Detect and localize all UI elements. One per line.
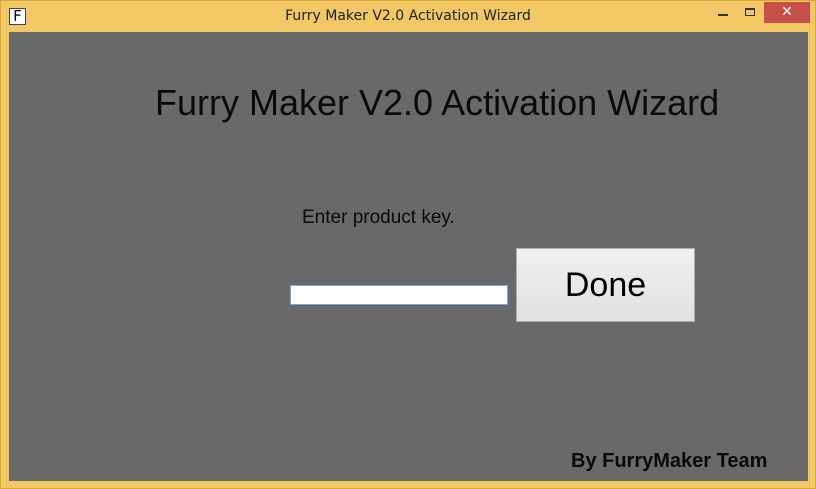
credit-label: By FurryMaker Team bbox=[571, 450, 768, 472]
maximize-icon bbox=[745, 8, 755, 16]
page-title: Furry Maker V2.0 Activation Wizard bbox=[155, 82, 720, 123]
done-button[interactable]: Done bbox=[516, 248, 695, 322]
minimize-icon bbox=[718, 14, 728, 16]
minimize-button[interactable] bbox=[709, 2, 737, 23]
app-window: F Furry Maker V2.0 Activation Wizard ✕ F… bbox=[0, 0, 816, 489]
product-key-input[interactable] bbox=[290, 285, 508, 305]
close-button[interactable]: ✕ bbox=[764, 2, 810, 23]
title-bar[interactable]: F Furry Maker V2.0 Activation Wizard ✕ bbox=[1, 1, 815, 32]
wizard-content: Furry Maker V2.0 Activation Wizard Enter… bbox=[9, 32, 808, 481]
product-key-label: Enter product key. bbox=[302, 207, 455, 228]
close-icon: ✕ bbox=[781, 4, 793, 20]
window-title: Furry Maker V2.0 Activation Wizard bbox=[285, 8, 531, 24]
maximize-button[interactable] bbox=[737, 2, 764, 23]
